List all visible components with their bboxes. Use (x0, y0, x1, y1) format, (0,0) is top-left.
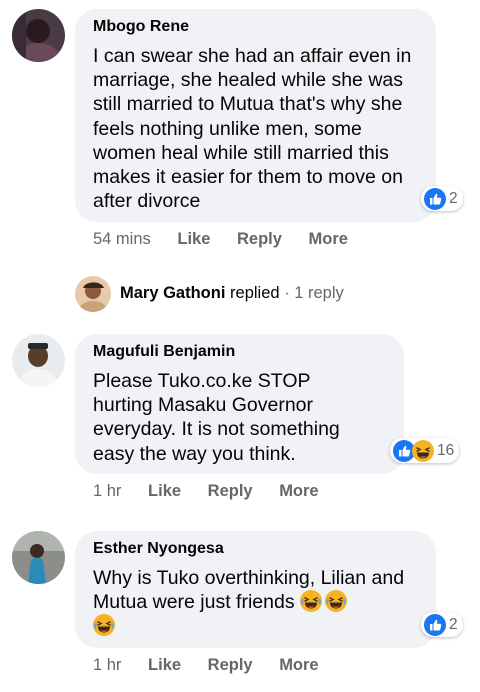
reply-button[interactable]: Reply (208, 656, 253, 674)
reply-button[interactable]: Reply (237, 230, 282, 248)
comment-meta: 1 hr Like Reply More (93, 656, 319, 675)
more-button[interactable]: More (309, 230, 348, 248)
reaction-summary[interactable]: 2 (421, 612, 463, 637)
like-button[interactable]: Like (148, 656, 181, 674)
like-button[interactable]: Like (177, 230, 210, 248)
avatar[interactable] (12, 9, 65, 62)
like-button[interactable]: Like (148, 482, 181, 500)
comment-time[interactable]: 54 mins (93, 230, 151, 248)
reaction-count: 2 (449, 189, 458, 207)
reaction-count: 16 (437, 441, 455, 459)
reply-author[interactable]: Mary Gathoni (120, 284, 225, 302)
comment-text: Why is Tuko overthinking, Lilian and Mut… (93, 566, 423, 639)
laugh-icon (325, 590, 348, 613)
comment-author[interactable]: Esther Nyongesa (93, 540, 224, 558)
avatar[interactable] (12, 334, 65, 387)
more-button[interactable]: More (279, 656, 318, 674)
avatar[interactable] (75, 276, 111, 312)
comment-author[interactable]: Mbogo Rene (93, 18, 189, 36)
reply-button[interactable]: Reply (208, 482, 253, 500)
laugh-icon (300, 590, 323, 613)
comment-meta: 54 mins Like Reply More (93, 230, 348, 249)
reply-verb: replied (230, 284, 280, 302)
comment-author[interactable]: Magufuli Benjamin (93, 343, 235, 361)
avatar[interactable] (12, 531, 65, 584)
reply-summary[interactable]: Mary Gathoni replied · 1 reply (120, 284, 344, 303)
comment-time[interactable]: 1 hr (93, 482, 121, 500)
reaction-summary[interactable]: 2 (421, 186, 463, 211)
reaction-count: 2 (449, 615, 458, 633)
comment-time[interactable]: 1 hr (93, 656, 121, 674)
more-button[interactable]: More (279, 482, 318, 500)
comment-text: Please Tuko.co.ke STOP hurting Masaku Go… (93, 370, 340, 465)
laugh-icon (412, 439, 434, 462)
reply-count[interactable]: 1 reply (294, 284, 344, 302)
comment-text-body: Why is Tuko overthinking, Lilian and Mut… (93, 567, 405, 614)
laugh-icon (93, 614, 115, 637)
like-icon (424, 613, 446, 636)
comment-meta: 1 hr Like Reply More (93, 482, 319, 501)
like-icon (424, 187, 446, 210)
reaction-summary[interactable]: 16 (390, 438, 460, 463)
reply-separator: · (279, 284, 295, 302)
comment-text: I can swear she had an affair even in ma… (93, 45, 412, 213)
